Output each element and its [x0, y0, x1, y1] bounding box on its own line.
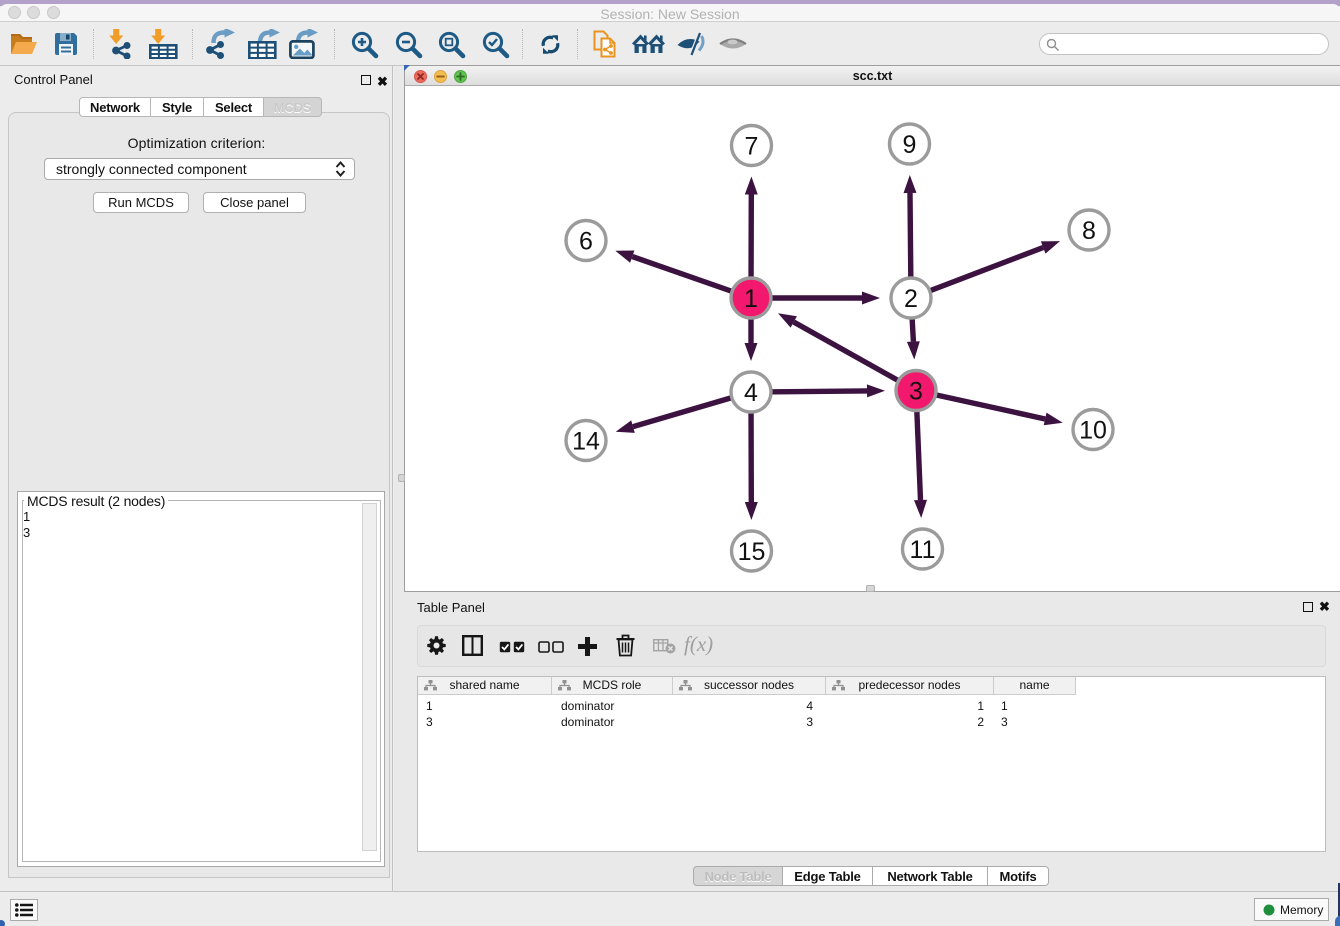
- svg-text:11: 11: [910, 536, 936, 564]
- svg-text:3: 3: [909, 378, 923, 406]
- svg-text:6: 6: [579, 228, 593, 256]
- svg-text:2: 2: [904, 285, 918, 313]
- svg-text:4: 4: [744, 379, 758, 407]
- svg-text:7: 7: [745, 133, 759, 161]
- svg-text:1: 1: [744, 285, 758, 313]
- svg-text:14: 14: [572, 428, 600, 456]
- svg-text:8: 8: [1082, 217, 1096, 245]
- svg-text:9: 9: [903, 131, 917, 159]
- svg-text:15: 15: [738, 538, 766, 566]
- svg-text:10: 10: [1079, 417, 1107, 445]
